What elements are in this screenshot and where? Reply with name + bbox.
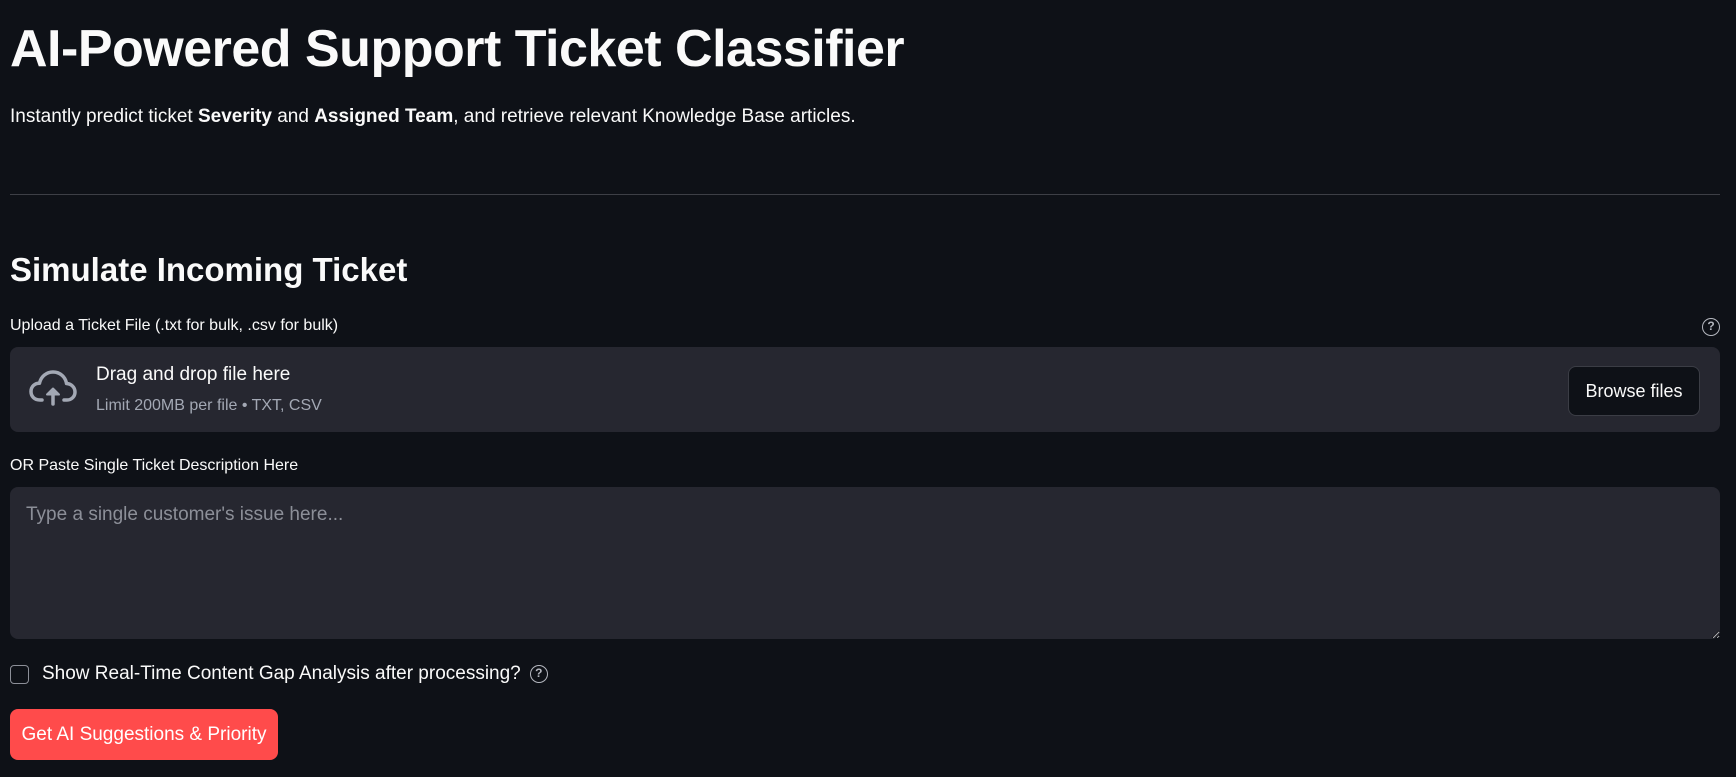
subtitle-assigned-team: Assigned Team	[314, 106, 454, 127]
upload-label: Upload a Ticket File (.txt for bulk, .cs…	[10, 317, 339, 334]
cloud-upload-icon	[29, 370, 77, 406]
browse-files-button[interactable]: Browse files	[1568, 366, 1700, 416]
page-title: AI-Powered Support Ticket Classifier	[10, 20, 905, 78]
gap-analysis-label[interactable]: Show Real-Time Content Gap Analysis afte…	[42, 663, 521, 685]
subtitle-text-2: and	[271, 106, 315, 127]
file-dropzone[interactable]: Drag and drop file here Limit 200MB per …	[10, 347, 1720, 432]
question-circle-icon[interactable]: ?	[529, 665, 548, 683]
dropzone-title: Drag and drop file here	[96, 364, 291, 385]
section-title: Simulate Incoming Ticket	[10, 251, 408, 288]
subtitle-severity: Severity	[197, 106, 272, 127]
subtitle-text-3: , and retrieve relevant Knowledge Base a…	[453, 106, 856, 127]
get-ai-suggestions-button[interactable]: Get AI Suggestions & Priority	[10, 709, 278, 760]
subtitle-text-1: Instantly predict ticket	[10, 106, 198, 127]
page-subtitle: Instantly predict ticket Severity and As…	[10, 104, 856, 130]
ticket-description-input[interactable]	[10, 487, 1720, 639]
paste-label: OR Paste Single Ticket Description Here	[10, 457, 299, 474]
gap-analysis-option[interactable]: Show Real-Time Content Gap Analysis afte…	[10, 662, 548, 686]
gap-analysis-checkbox[interactable]	[10, 664, 29, 684]
question-circle-icon[interactable]: ?	[1702, 318, 1720, 336]
app-page: AI-Powered Support Ticket Classifier Ins…	[0, 0, 1736, 777]
section-divider	[10, 194, 1720, 195]
dropzone-limit: Limit 200MB per file • TXT, CSV	[96, 397, 322, 414]
